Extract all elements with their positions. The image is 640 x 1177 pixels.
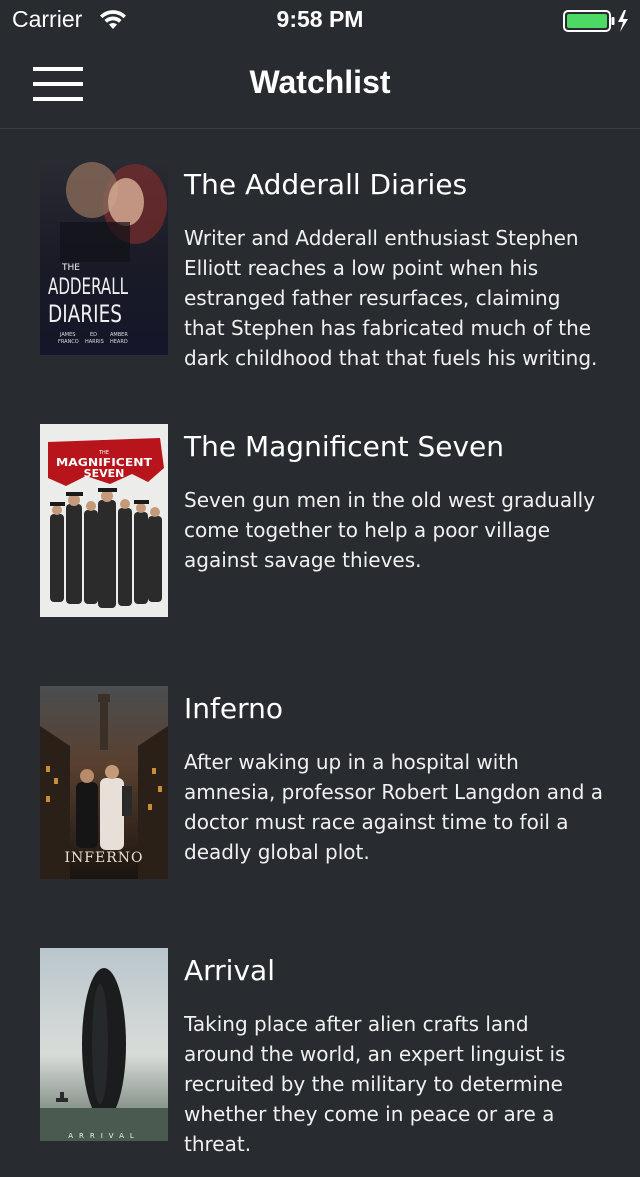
svg-text:FRANCO: FRANCO <box>58 339 79 345</box>
movie-poster: INFERNO <box>40 686 168 879</box>
svg-text:SEVEN: SEVEN <box>84 467 125 480</box>
movie-item-inferno[interactable]: INFERNO Inferno After waking up in a hos… <box>0 653 640 915</box>
status-time: 9:58 PM <box>276 6 364 32</box>
movie-poster: THE MAGNIFICENT SEVEN <box>40 424 168 617</box>
movie-item-adderall-diaries[interactable]: THE ADDERALL DIARIES JAMES ED AMBER FRAN… <box>0 129 640 391</box>
svg-text:HEARD: HEARD <box>110 339 128 345</box>
movie-poster: THE ADDERALL DIARIES JAMES ED AMBER FRAN… <box>40 162 168 355</box>
movie-title: The Magnificent Seven <box>184 430 505 463</box>
svg-text:ADDERALL: ADDERALL <box>48 275 128 300</box>
svg-text:ARRIVAL: ARRIVAL <box>68 1132 140 1140</box>
movie-description: Writer and Adderall enthusiast Stephen E… <box>184 226 598 370</box>
svg-text:JAMES: JAMES <box>59 332 75 338</box>
movie-poster: ARRIVAL <box>40 948 168 1141</box>
navigation-bar: Watchlist <box>0 40 640 129</box>
svg-text:THE: THE <box>61 263 80 273</box>
movie-description: After waking up in a hospital with amnes… <box>184 750 604 864</box>
movie-item-magnificent-seven[interactable]: THE MAGNIFICENT SEVEN The Magnificent Se… <box>0 391 640 653</box>
movie-item-arrival[interactable]: ARRIVAL Arrival Taking place after alien… <box>0 915 640 1177</box>
svg-text:ED: ED <box>90 332 97 338</box>
battery-charging-icon <box>563 10 628 32</box>
movie-description: Seven gun men in the old west gradually … <box>184 488 596 572</box>
movie-title: The Adderall Diaries <box>184 168 468 201</box>
movie-title: Inferno <box>184 692 283 725</box>
svg-text:HARRIS: HARRIS <box>85 339 104 345</box>
svg-text:INFERNO: INFERNO <box>65 850 144 866</box>
page-title: Watchlist <box>249 64 391 100</box>
svg-text:AMBER: AMBER <box>110 332 128 338</box>
movie-description: Taking place after alien crafts land aro… <box>184 1012 566 1156</box>
status-bar: Carrier 9:58 PM <box>0 0 640 40</box>
hamburger-menu-icon[interactable] <box>24 56 92 112</box>
movie-title: Arrival <box>184 954 275 987</box>
svg-text:DIARIES: DIARIES <box>48 300 122 328</box>
